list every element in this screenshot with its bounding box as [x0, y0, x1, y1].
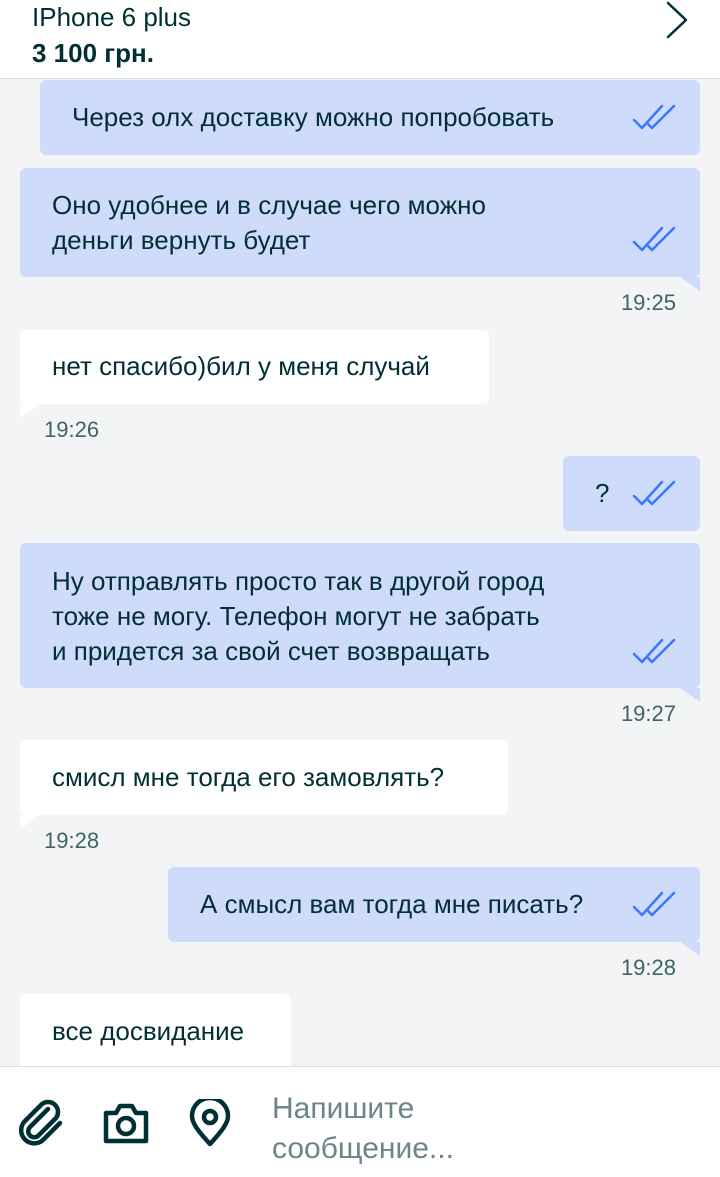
- message-text: Ну отправлять просто так в другой город …: [52, 566, 545, 666]
- message-bubble-incoming[interactable]: нет спасибо)бил у меня случай: [20, 330, 489, 404]
- camera-icon[interactable]: [102, 1099, 150, 1147]
- paperclip-icon[interactable]: [18, 1099, 66, 1147]
- message-time: 19:28: [620, 955, 676, 980]
- message-bubble-incoming[interactable]: смисл мне тогда его замовлять?: [20, 740, 508, 815]
- bubble-tail: [20, 404, 40, 418]
- bubble-tail: [680, 277, 700, 291]
- location-pin-icon[interactable]: [186, 1095, 234, 1147]
- chevron-right-icon[interactable]: [662, 0, 692, 40]
- message-text: Через олх доставку можно попробовать: [72, 102, 555, 132]
- read-checkmarks-icon: [632, 102, 678, 132]
- bubble-tail: [20, 815, 40, 829]
- message-input[interactable]: Напишите сообщение...: [272, 1089, 692, 1169]
- message-bubble-outgoing[interactable]: Ну отправлять просто так в другой город …: [20, 543, 700, 688]
- message-list[interactable]: Через олх доставку можно попробовать Оно…: [0, 80, 720, 1066]
- message-text: Оно удобнее и в случае чего можно деньги…: [52, 190, 486, 255]
- message-bubble-outgoing[interactable]: Оно удобнее и в случае чего можно деньги…: [20, 168, 700, 277]
- message-text: все досвидание: [52, 1016, 245, 1046]
- read-checkmarks-icon: [632, 636, 678, 666]
- bubble-tail: [680, 942, 700, 956]
- chat-header: IPhone 6 plus 3 100 грн.: [0, 0, 720, 79]
- read-checkmarks-icon: [632, 889, 678, 919]
- message-bubble-outgoing[interactable]: А смысл вам тогда мне писать?: [168, 867, 700, 942]
- listing-title[interactable]: IPhone 6 plus: [32, 2, 191, 32]
- message-bubble-outgoing[interactable]: ?: [563, 456, 700, 531]
- message-composer: Напишите сообщение...: [0, 1066, 720, 1177]
- bubble-tail: [680, 688, 700, 702]
- message-text: смисл мне тогда его замовлять?: [52, 762, 445, 792]
- message-time: 19:25: [620, 290, 676, 315]
- listing-price: 3 100 грн.: [32, 38, 154, 68]
- message-text: А смысл вам тогда мне писать?: [200, 889, 584, 919]
- message-text: нет спасибо)бил у меня случай: [52, 351, 430, 381]
- message-time: 19:28: [44, 828, 100, 853]
- read-checkmarks-icon: [632, 224, 678, 254]
- message-bubble-outgoing[interactable]: Через олх доставку можно попробовать: [40, 80, 700, 155]
- message-bubble-incoming[interactable]: все досвидание: [20, 994, 291, 1066]
- read-checkmarks-icon: [632, 478, 678, 508]
- message-time: 19:27: [620, 701, 676, 726]
- message-time: 19:26: [44, 417, 100, 442]
